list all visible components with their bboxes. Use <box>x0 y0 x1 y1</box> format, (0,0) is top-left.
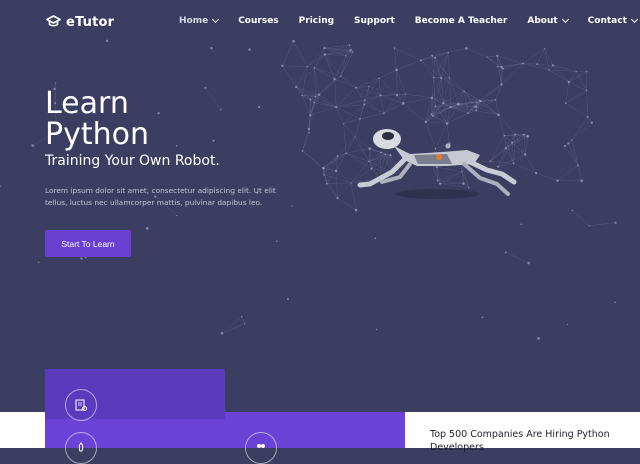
start-learning-button[interactable]: Start To Learn <box>45 230 131 257</box>
rocket-icon <box>65 432 97 464</box>
nav-pricing[interactable]: Pricing <box>299 16 334 26</box>
nav-contact-label: Contact <box>588 16 627 26</box>
hero-subtitle: Training Your Own Robot. <box>45 153 220 169</box>
nav-courses-label: Courses <box>238 16 278 26</box>
nav-support-label: Support <box>354 16 395 26</box>
chevron-down-icon <box>212 16 219 23</box>
nav-home-label: Home <box>179 16 208 26</box>
users-icon <box>245 432 277 464</box>
hero-title-line1: Learn <box>45 86 129 121</box>
nav-home[interactable]: Home <box>179 16 218 26</box>
brand-name: eTutor <box>66 15 114 30</box>
chevron-down-icon <box>562 16 569 23</box>
chevron-down-icon <box>631 16 638 23</box>
hero-title-line2: Python <box>45 117 149 152</box>
hiring-text: Top 500 Companies Are Hiring Python Deve… <box>430 428 610 454</box>
nav-become-teacher-label: Become A Teacher <box>415 16 508 26</box>
main-menu: Home Courses Pricing Support Become A Te… <box>179 16 637 26</box>
hero-description: Lorem ipsum dolor sit amet, consectetur … <box>45 185 295 209</box>
nav-become-teacher[interactable]: Become A Teacher <box>415 16 508 26</box>
nav-about-label: About <box>527 16 557 26</box>
nav-about[interactable]: About <box>527 16 567 26</box>
hero-title: Learn Python <box>45 88 149 150</box>
brand-logo[interactable]: eTutor <box>46 13 114 32</box>
graduation-cap-icon <box>46 13 61 32</box>
nav-courses[interactable]: Courses <box>238 16 278 26</box>
nav-support[interactable]: Support <box>354 16 395 26</box>
feature-card <box>45 369 225 419</box>
certificate-icon <box>65 389 97 421</box>
nav-contact[interactable]: Contact <box>588 16 637 26</box>
top-navigation: eTutor Home Courses Pricing Support Beco… <box>0 0 640 44</box>
nav-pricing-label: Pricing <box>299 16 334 26</box>
robot-dog-illustration <box>352 122 522 216</box>
